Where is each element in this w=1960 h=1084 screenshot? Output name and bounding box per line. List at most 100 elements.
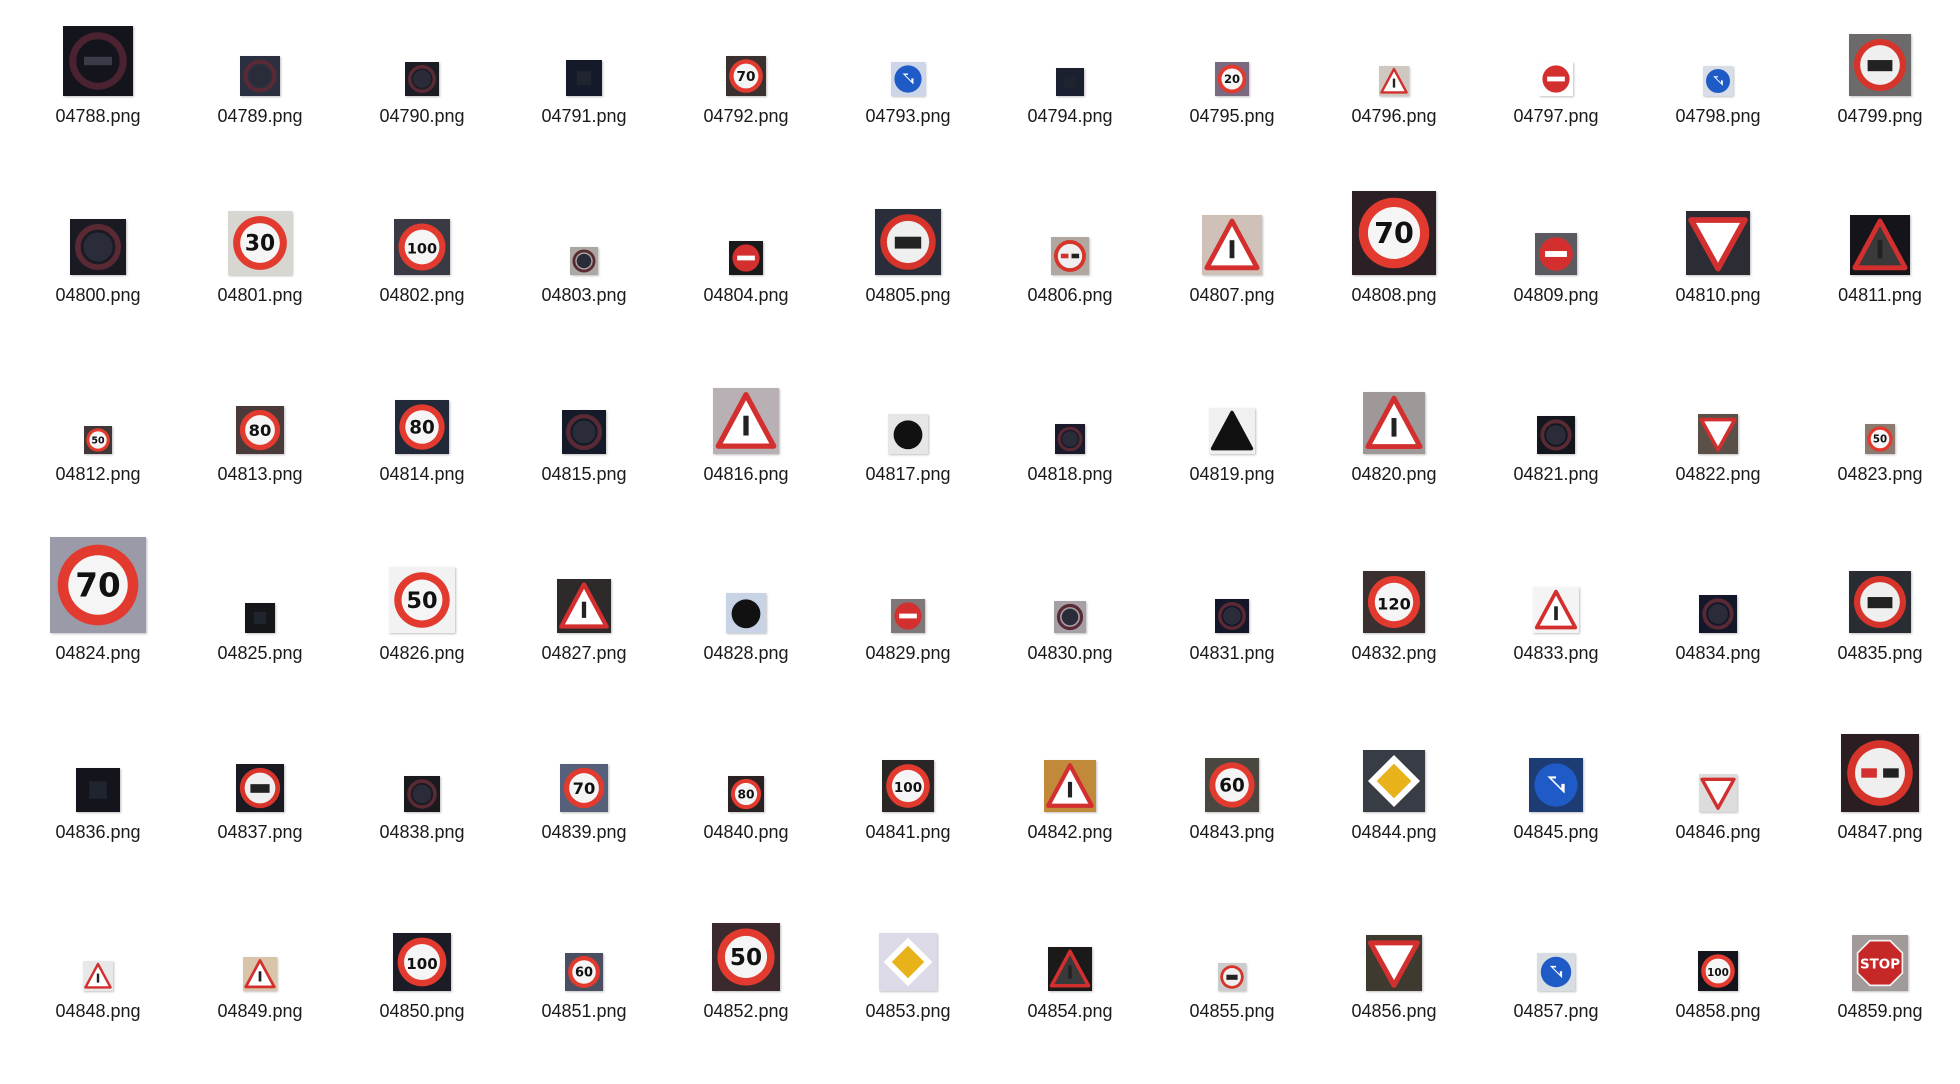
file-item[interactable]: 04800.png [17, 189, 179, 368]
file-item[interactable]: 04811.png [1799, 189, 1960, 368]
file-item[interactable]: 04789.png [179, 10, 341, 189]
file-item[interactable]: 04848.png [17, 905, 179, 1084]
file-item[interactable]: 04825.png [179, 547, 341, 726]
file-item[interactable]: 04818.png [989, 368, 1151, 547]
file-item[interactable]: 04822.png [1637, 368, 1799, 547]
file-item[interactable]: 04846.png [1637, 726, 1799, 905]
sign-face [412, 784, 432, 804]
file-item[interactable]: 20 04795.png [1151, 10, 1313, 189]
car-symbol-red [1861, 768, 1877, 778]
thumbnail-frame: 20 [1151, 10, 1313, 108]
file-item[interactable]: 04829.png [827, 547, 989, 726]
file-item[interactable]: 50 04852.png [665, 905, 827, 1084]
file-item[interactable]: 04831.png [1151, 547, 1313, 726]
file-item[interactable]: 04791.png [503, 10, 665, 189]
file-item[interactable]: 04853.png [827, 905, 989, 1084]
file-item[interactable]: 04855.png [1151, 905, 1313, 1084]
file-name-label: 04846.png [1675, 822, 1761, 842]
no-entry-bar [1547, 76, 1565, 82]
file-name-label: 04817.png [865, 464, 951, 484]
file-item[interactable]: 50 04823.png [1799, 368, 1960, 547]
file-item[interactable]: 70 04808.png [1313, 189, 1475, 368]
file-item[interactable]: 04799.png [1799, 10, 1960, 189]
file-item[interactable]: 120 04832.png [1313, 547, 1475, 726]
file-item[interactable]: 80 04840.png [665, 726, 827, 905]
file-item[interactable]: 04837.png [179, 726, 341, 905]
file-item[interactable]: 04838.png [341, 726, 503, 905]
file-item[interactable]: 04834.png [1637, 547, 1799, 726]
file-item[interactable]: 04807.png [1151, 189, 1313, 368]
file-item[interactable]: 60 04851.png [503, 905, 665, 1084]
file-item[interactable]: 04827.png [503, 547, 665, 726]
file-item[interactable]: 04816.png [665, 368, 827, 547]
file-item[interactable]: 04797.png [1475, 10, 1637, 189]
file-item[interactable]: 04849.png [179, 905, 341, 1084]
file-item[interactable]: 04845.png [1475, 726, 1637, 905]
file-name-label: 04829.png [865, 643, 951, 663]
file-item[interactable]: 70 04792.png [665, 10, 827, 189]
thumbnail-frame [17, 905, 179, 1003]
sign-silhouette [89, 781, 107, 799]
file-item[interactable]: 04842.png [989, 726, 1151, 905]
file-item[interactable]: 80 04813.png [179, 368, 341, 547]
file-item[interactable]: 50 04812.png [17, 368, 179, 547]
file-item[interactable]: 04856.png [1313, 905, 1475, 1084]
sign-face [1546, 425, 1566, 445]
file-item[interactable]: 100 04841.png [827, 726, 989, 905]
file-icon-grid: 04788.png 04789.png 04790.png 04791.png 70 04… [0, 0, 1960, 1036]
speed-limit-text: 70 [573, 779, 596, 798]
file-item[interactable]: 04806.png [989, 189, 1151, 368]
file-item[interactable]: 04815.png [503, 368, 665, 547]
file-item[interactable]: 04793.png [827, 10, 989, 189]
file-item[interactable]: 04796.png [1313, 10, 1475, 189]
file-item[interactable]: 04803.png [503, 189, 665, 368]
file-item[interactable]: 100 04858.png [1637, 905, 1799, 1084]
file-item[interactable]: 04790.png [341, 10, 503, 189]
file-item[interactable]: 04820.png [1313, 368, 1475, 547]
thumbnail-frame: 80 [341, 368, 503, 466]
file-item[interactable]: 04821.png [1475, 368, 1637, 547]
file-item[interactable]: 04836.png [17, 726, 179, 905]
file-item[interactable]: 04804.png [665, 189, 827, 368]
file-item[interactable]: 100 04850.png [341, 905, 503, 1084]
file-name-label: 04816.png [703, 464, 789, 484]
file-name-label: 04840.png [703, 822, 789, 842]
traffic-sign-thumbnail [566, 60, 602, 96]
file-item[interactable]: 100 04802.png [341, 189, 503, 368]
thumbnail-frame [503, 189, 665, 287]
file-item[interactable]: 04819.png [1151, 368, 1313, 547]
traffic-sign-thumbnail [240, 56, 280, 96]
file-item[interactable]: 04833.png [1475, 547, 1637, 726]
thumbnail-frame [17, 726, 179, 824]
file-item[interactable]: 04805.png [827, 189, 989, 368]
file-name-label: 04799.png [1837, 106, 1923, 126]
file-item[interactable]: 70 04824.png [17, 537, 179, 726]
file-item[interactable]: 50 04826.png [341, 547, 503, 726]
file-item[interactable]: 04857.png [1475, 905, 1637, 1084]
file-item[interactable]: 04810.png [1637, 189, 1799, 368]
file-name-label: 04845.png [1513, 822, 1599, 842]
file-name-label: 04809.png [1513, 285, 1599, 305]
file-item[interactable]: 80 04814.png [341, 368, 503, 547]
traffic-sign-thumbnail [879, 933, 937, 991]
traffic-sign-thumbnail [562, 410, 606, 454]
sign-silhouette [1064, 76, 1076, 88]
file-item[interactable]: 04854.png [989, 905, 1151, 1084]
file-name-label: 04833.png [1513, 643, 1599, 663]
traffic-sign-thumbnail: 100 [393, 933, 451, 991]
file-item[interactable]: 04817.png [827, 368, 989, 547]
file-item[interactable]: 04828.png [665, 547, 827, 726]
file-item[interactable]: 70 04839.png [503, 726, 665, 905]
file-item[interactable]: 30 04801.png [179, 189, 341, 368]
file-item[interactable]: STOP 04859.png [1799, 905, 1960, 1084]
traffic-sign-thumbnail [404, 776, 440, 812]
file-item[interactable]: 60 04843.png [1151, 726, 1313, 905]
file-item[interactable]: 04844.png [1313, 726, 1475, 905]
file-item[interactable]: 04830.png [989, 547, 1151, 726]
file-item[interactable]: 04794.png [989, 10, 1151, 189]
file-item[interactable]: 04798.png [1637, 10, 1799, 189]
file-item[interactable]: 04835.png [1799, 547, 1960, 726]
file-item[interactable]: 04809.png [1475, 189, 1637, 368]
file-item[interactable]: 04788.png [17, 10, 179, 189]
file-item[interactable]: 04847.png [1799, 726, 1960, 905]
